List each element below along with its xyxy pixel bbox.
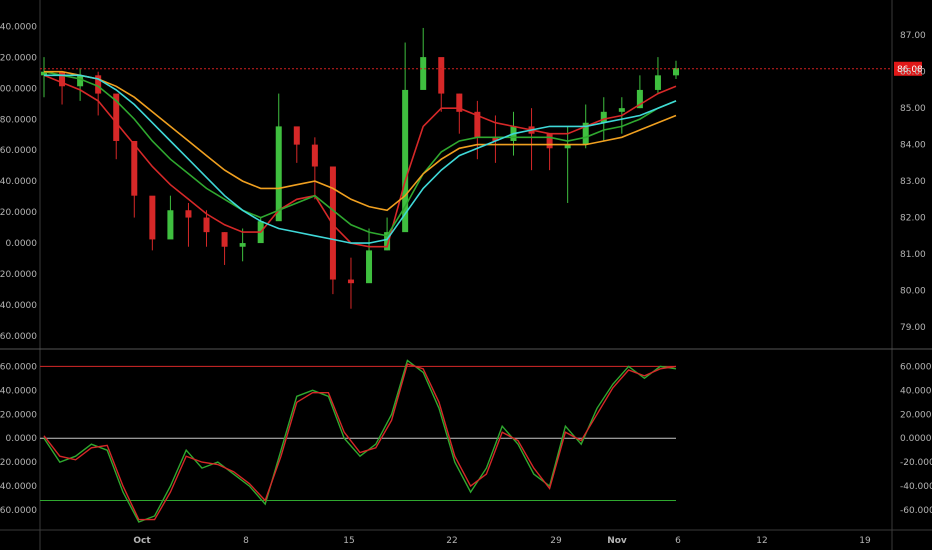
x-axis-label: 19: [859, 536, 871, 546]
x-axis-label: 22: [446, 536, 457, 546]
left-tick-label: -40.0000: [0, 301, 37, 311]
left-tick-label: 80.0000: [0, 115, 37, 125]
candle-body: [167, 210, 174, 240]
candle-body: [600, 111, 607, 123]
osc-left-tick-label: 20.0000: [0, 410, 37, 420]
left-tick-label: 40.0000: [0, 177, 37, 187]
osc-right-tick-label: -60.0000: [900, 506, 932, 516]
x-axis-label: 12: [756, 536, 767, 546]
left-tick-label: -60.0000: [0, 332, 37, 342]
osc-left-tick-label: -20.0000: [0, 458, 37, 468]
left-tick-label: 60.0000: [0, 146, 37, 156]
x-axis-label: 29: [550, 536, 562, 546]
candle-body: [221, 232, 228, 247]
left-tick-label: 140.0000: [0, 22, 37, 32]
right-tick-label: 83.00: [900, 177, 926, 187]
left-tick-label: 0.0000: [6, 239, 38, 249]
candle-body: [77, 75, 84, 87]
left-tick-label: 100.0000: [0, 84, 37, 94]
x-axis-label: 15: [343, 536, 354, 546]
candle-body: [347, 279, 354, 284]
candle-body: [293, 126, 300, 145]
right-tick-label: 82.00: [900, 214, 926, 224]
right-tick-label: 84.00: [900, 141, 926, 151]
candle-body: [366, 250, 373, 284]
osc-right-tick-label: 60.0000: [900, 362, 932, 372]
candle-body: [149, 195, 156, 240]
osc-left-tick-label: 0.0000: [6, 434, 38, 444]
osc-left-tick-label: 40.0000: [0, 386, 37, 396]
right-tick-label: 86.00: [900, 68, 926, 78]
chart-background: [0, 0, 932, 550]
candle-body: [239, 243, 246, 247]
osc-right-tick-label: -40.0000: [900, 482, 932, 492]
x-axis-label: 6: [675, 536, 681, 546]
candle-body: [329, 166, 336, 280]
right-tick-label: 87.00: [900, 31, 926, 41]
osc-left-tick-label: -40.0000: [0, 482, 37, 492]
candle-body: [203, 217, 210, 233]
candle-body: [185, 210, 192, 218]
osc-right-tick-label: 40.0000: [900, 386, 932, 396]
osc-left-tick-label: -60.0000: [0, 506, 37, 516]
x-axis-label: Nov: [607, 536, 627, 546]
stock-chart: 86.08 140.0000120.0000100.000080.000060.…: [0, 0, 932, 550]
osc-right-tick-label: 0.0000: [900, 434, 932, 444]
candle-body: [311, 144, 318, 167]
osc-right-tick-label: 20.0000: [900, 410, 932, 420]
candle-body: [618, 108, 625, 112]
x-axis-label: 8: [243, 536, 249, 546]
candle-body: [275, 126, 282, 222]
right-tick-label: 80.00: [900, 286, 926, 296]
candle-body: [546, 133, 553, 149]
right-tick-label: 79.00: [900, 323, 926, 333]
candle-body: [420, 57, 427, 90]
osc-right-tick-label: -20.0000: [900, 458, 932, 468]
osc-left-tick-label: 60.0000: [0, 362, 37, 372]
left-tick-label: 20.0000: [0, 208, 37, 218]
right-tick-label: 85.00: [900, 104, 926, 114]
right-tick-label: 81.00: [900, 250, 926, 260]
candle-body: [438, 57, 445, 94]
left-tick-label: -20.0000: [0, 270, 37, 280]
left-tick-label: 120.0000: [0, 53, 37, 63]
candle-body: [654, 75, 661, 90]
x-axis-label: Oct: [133, 536, 151, 546]
candle-body: [131, 140, 138, 196]
